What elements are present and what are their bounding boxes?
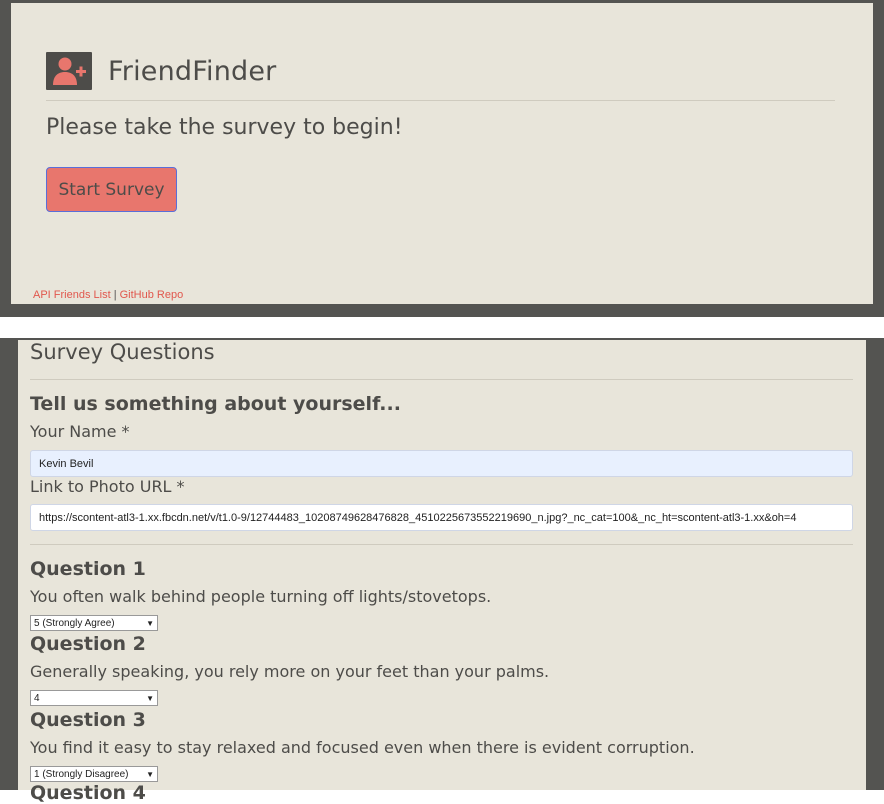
github-repo-link[interactable]: GitHub Repo: [120, 289, 184, 301]
question-2-title: Question 2: [30, 633, 146, 655]
user-plus-icon: [46, 52, 92, 90]
section-title: Tell us something about yourself...: [30, 393, 401, 415]
question-1-selected-value: 5 (Strongly Agree): [34, 617, 115, 629]
survey-heading: Survey Questions: [30, 340, 215, 364]
footer-links: API Friends List | GitHub Repo: [33, 289, 183, 301]
question-4-title: Question 4: [30, 782, 146, 804]
survey-divider: [30, 379, 853, 380]
app-title: FriendFinder: [108, 55, 277, 87]
tagline: Please take the survey to begin!: [46, 115, 403, 140]
question-1-select[interactable]: 5 (Strongly Agree) ▼: [30, 615, 158, 631]
question-3-text: You find it easy to stay relaxed and foc…: [30, 738, 695, 757]
question-2-select[interactable]: 4 ▼: [30, 690, 158, 706]
api-friends-link[interactable]: API Friends List: [33, 289, 111, 301]
question-1-title: Question 1: [30, 558, 146, 580]
question-2-selected-value: 4: [34, 692, 40, 704]
question-3-title: Question 3: [30, 709, 146, 731]
questions-divider: [30, 544, 853, 545]
chevron-down-icon: ▼: [146, 618, 154, 628]
header-divider: [46, 100, 835, 101]
footer-separator: |: [113, 289, 117, 301]
name-input[interactable]: Kevin Bevil: [30, 450, 853, 477]
question-2-text: Generally speaking, you rely more on you…: [30, 662, 550, 681]
brand: FriendFinder: [46, 51, 276, 91]
start-survey-button[interactable]: Start Survey: [46, 167, 177, 212]
question-1-text: You often walk behind people turning off…: [30, 587, 492, 606]
name-label: Your Name *: [30, 422, 130, 441]
chevron-down-icon: ▼: [146, 769, 154, 779]
photo-url-label: Link to Photo URL *: [30, 477, 185, 496]
header-panel: FriendFinder Please take the survey to b…: [11, 3, 873, 304]
question-3-select[interactable]: 1 (Strongly Disagree) ▼: [30, 766, 158, 782]
question-3-selected-value: 1 (Strongly Disagree): [34, 768, 129, 780]
chevron-down-icon: ▼: [146, 693, 154, 703]
photo-url-input[interactable]: https://scontent-atl3-1.xx.fbcdn.net/v/t…: [30, 504, 853, 531]
